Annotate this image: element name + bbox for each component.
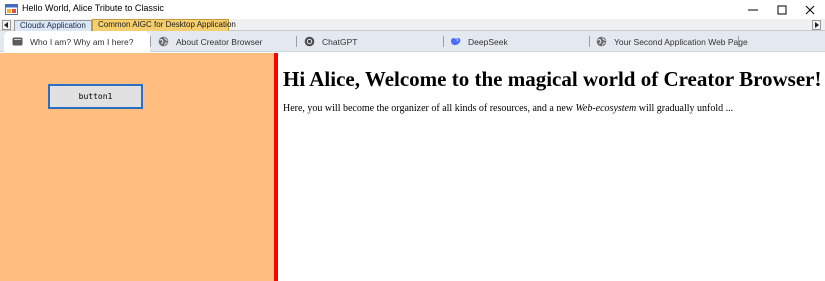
tab-separator <box>296 36 297 47</box>
tab-label: Your Second Application Web Page <box>614 36 748 47</box>
close-button[interactable] <box>795 0 825 19</box>
deepseek-icon <box>450 36 461 47</box>
tab-who-am-i[interactable]: Who I am? Why am I here? <box>4 31 150 52</box>
welcome-heading: Hi Alice, Welcome to the magical world o… <box>283 67 822 91</box>
tab-label: Who I am? Why am I here? <box>30 36 134 47</box>
tab-label: DeepSeek <box>468 36 508 47</box>
tab-label: ChatGPT <box>322 36 358 47</box>
maximize-button[interactable] <box>767 0 797 19</box>
web-view: Hi Alice, Welcome to the magical world o… <box>278 53 825 281</box>
inner-tab-strip: Who I am? Why am I here? About Creator B… <box>0 31 825 52</box>
paragraph-text-start: Here, you will become the organizer of a… <box>283 103 576 114</box>
title-bar: Hello World, Alice Tribute to Classic <box>0 0 825 19</box>
welcome-paragraph: Here, you will become the organizer of a… <box>283 103 733 114</box>
tab-chatgpt[interactable]: ChatGPT <box>304 31 443 52</box>
button1[interactable]: button1 <box>48 84 143 109</box>
globe-icon <box>158 36 169 47</box>
arrow-right-icon <box>815 22 819 28</box>
globe-icon <box>596 36 607 47</box>
minimize-button[interactable] <box>738 0 768 19</box>
outer-tab-strip: Cloudx Application Common AIGC for Deskt… <box>0 19 825 31</box>
tab-separator <box>443 36 444 47</box>
tab-separator <box>738 36 739 47</box>
window-title: Hello World, Alice Tribute to Classic <box>22 3 164 13</box>
paragraph-emphasis: Web-ecosystem <box>575 103 637 114</box>
tab-scroll-right-button[interactable] <box>812 20 821 30</box>
tab-about-creator-browser[interactable]: About Creator Browser <box>158 31 296 52</box>
tab-separator <box>150 36 151 47</box>
minimize-icon <box>748 9 758 10</box>
tab-label: About Creator Browser <box>176 36 263 47</box>
close-icon <box>805 5 815 14</box>
tab-deepseek[interactable]: DeepSeek <box>450 31 589 52</box>
arrow-left-icon <box>4 22 8 28</box>
tab-scroll-left-button[interactable] <box>2 20 11 30</box>
app-window-icon <box>5 3 18 16</box>
paragraph-text-end: will gradually unfold ... <box>636 103 734 114</box>
outer-tab-cloudx[interactable]: Cloudx Application <box>14 20 92 31</box>
tab-separator <box>589 36 590 47</box>
maximize-icon <box>777 5 787 14</box>
chatgpt-icon <box>304 36 315 47</box>
page-icon <box>12 36 23 47</box>
outer-tab-common-aigc[interactable]: Common AIGC for Desktop Application <box>92 19 236 31</box>
tab-your-second-application[interactable]: Your Second Application Web Page <box>596 31 748 52</box>
